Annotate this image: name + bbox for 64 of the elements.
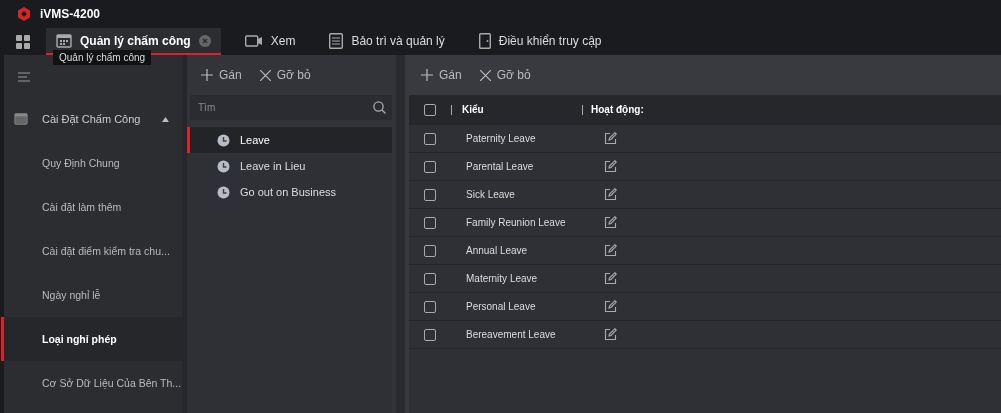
list-item[interactable]: Go out on Business xyxy=(187,179,392,205)
calendar-icon xyxy=(56,33,72,48)
checkbox[interactable] xyxy=(424,188,436,201)
checkbox[interactable] xyxy=(424,328,436,341)
close-icon[interactable] xyxy=(198,34,211,47)
clock-icon xyxy=(217,159,230,173)
list-item[interactable]: Leave xyxy=(187,127,392,153)
grid-icon[interactable] xyxy=(16,34,30,49)
tab[interactable]: Bảo trì và quản lý xyxy=(319,28,455,55)
checkbox[interactable] xyxy=(424,272,436,285)
table-cell: Family Reunion Leave xyxy=(466,217,566,228)
toolbar-button[interactable]: Gán xyxy=(197,68,246,82)
checkbox[interactable] xyxy=(424,160,436,173)
table-cell: Parental Leave xyxy=(466,161,534,172)
toolbar-button[interactable]: Gỡ bỏ xyxy=(475,68,535,82)
sidebar-group[interactable]: Cài Đặt Chấm Công xyxy=(4,97,182,141)
edit-icon[interactable] xyxy=(604,300,617,313)
table-cell: Maternity Leave xyxy=(466,273,538,284)
settings-icon xyxy=(329,32,344,49)
clock-icon xyxy=(217,133,230,147)
door-icon xyxy=(478,32,491,49)
caret-icon xyxy=(162,116,169,122)
search-icon xyxy=(373,101,386,114)
edit-icon[interactable] xyxy=(604,328,617,341)
sidebar-item[interactable]: Quy Định Chung xyxy=(1,141,182,185)
edit-icon[interactable] xyxy=(604,160,617,173)
table-cell: Bereavement Leave xyxy=(466,329,556,340)
plus-icon xyxy=(421,69,433,81)
window-title: iVMS-4200 xyxy=(40,7,101,21)
tab[interactable]: Xem xyxy=(234,28,306,55)
table-cell: Personal Leave xyxy=(466,301,536,312)
tooltip: Quản lý chấm công xyxy=(53,50,152,65)
checkbox[interactable] xyxy=(424,216,436,229)
tab[interactable]: Điều khiển truy cập xyxy=(468,28,612,55)
edit-icon[interactable] xyxy=(604,272,617,285)
column-header: Kiểu xyxy=(462,104,484,115)
close-icon xyxy=(479,69,491,81)
clock-icon xyxy=(217,185,230,199)
search-field[interactable]: Tìm xyxy=(190,95,392,120)
calendar-icon xyxy=(14,112,28,126)
sidebar-item[interactable]: Cơ Sở Dữ Liệu Của Bên Th... xyxy=(1,361,182,405)
checkbox[interactable] xyxy=(424,132,436,145)
sidebar-item[interactable]: Cài đặt làm thêm xyxy=(1,185,182,229)
edit-icon[interactable] xyxy=(604,132,617,145)
sidebar-item[interactable]: Ngày nghỉ lễ xyxy=(1,273,182,317)
sidebar-item[interactable]: Cài đặt điểm kiểm tra chu... xyxy=(1,229,182,273)
camera-icon xyxy=(244,34,263,47)
checkbox[interactable] xyxy=(424,300,436,313)
toolbar-button[interactable]: Gán xyxy=(417,68,466,82)
plus-icon xyxy=(201,69,213,81)
close-icon xyxy=(259,69,271,81)
table-cell: Paternity Leave xyxy=(466,133,536,144)
table-cell: Annual Leave xyxy=(466,245,528,256)
table-cell: Sick Leave xyxy=(466,189,515,200)
column-header: Hoạt động: xyxy=(591,104,644,115)
checkbox[interactable] xyxy=(424,244,436,257)
checkbox[interactable] xyxy=(424,103,436,116)
edit-icon[interactable] xyxy=(604,244,617,257)
sidebar-item[interactable]: Loại nghỉ phép xyxy=(1,317,182,361)
edit-icon[interactable] xyxy=(604,188,617,201)
list-item[interactable]: Leave in Lieu xyxy=(187,153,392,179)
edit-icon[interactable] xyxy=(604,216,617,229)
logo-icon xyxy=(16,6,32,22)
toolbar-button[interactable]: Gỡ bỏ xyxy=(255,68,315,82)
